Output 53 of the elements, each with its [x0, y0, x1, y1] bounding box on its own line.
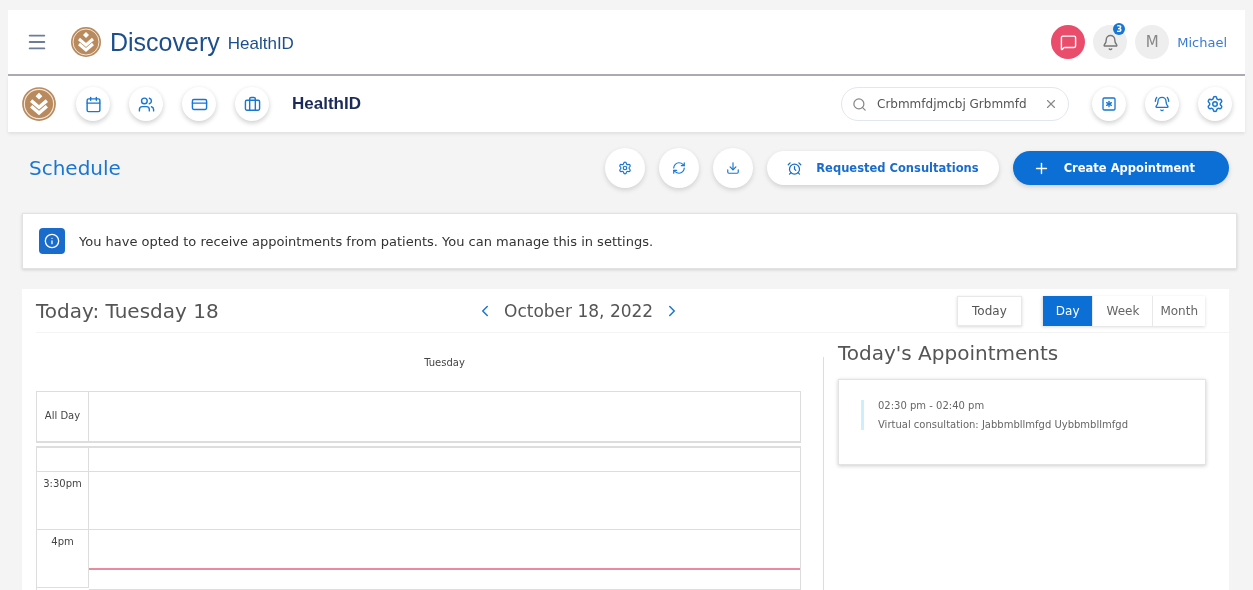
search-icon: [852, 96, 867, 112]
card-button[interactable]: [182, 87, 216, 121]
today-button[interactable]: Today: [957, 295, 1022, 326]
chat-icon: [1059, 33, 1077, 51]
time-label: 3:30pm: [37, 472, 89, 530]
all-day-label: All Day: [37, 392, 89, 442]
discovery-logo: [70, 26, 102, 58]
appointment-time: 02:30 pm - 02:40 pm: [878, 400, 986, 411]
alarm-clock-icon: [787, 160, 803, 176]
close-icon: [1044, 97, 1058, 111]
brand-name: Discovery: [110, 27, 220, 57]
download-button[interactable]: [713, 148, 754, 188]
refresh-button[interactable]: [659, 148, 700, 188]
product-name: HealthID: [227, 34, 294, 54]
requested-consultations-button[interactable]: Requested Consultations: [767, 151, 999, 185]
user-name[interactable]: Michael: [1177, 34, 1227, 50]
calendar-icon: [84, 95, 102, 113]
day-header: Tuesday: [424, 357, 465, 370]
create-appointment-button[interactable]: Create Appointment: [1012, 151, 1229, 185]
calendar-button[interactable]: [76, 87, 110, 121]
settings-icon: [1206, 95, 1224, 113]
notification-count: 3: [1113, 23, 1126, 35]
bell-icon: [1101, 33, 1119, 51]
notifications-button[interactable]: 3: [1093, 25, 1128, 59]
refresh-icon: [672, 161, 687, 175]
date-label: October 18, 2022: [504, 300, 654, 321]
settings-button[interactable]: [605, 148, 646, 188]
page-title: Schedule: [29, 156, 121, 180]
appointment-card[interactable]: 02:30 pm - 02:40 pm Virtual consultation: Jabbmbllmfgd Uybbmbllmfgd: [838, 379, 1206, 465]
discovery-logo: [21, 86, 57, 122]
appointments-title: Today's Appointments: [838, 341, 1060, 365]
appointment-description: Virtual consultation: Jabbmbllmfgd Uybbmbllmfgd: [878, 419, 1129, 430]
view-tab[interactable]: Day: [1041, 295, 1093, 326]
time-label: 4pm: [37, 530, 89, 588]
settings-square-button[interactable]: [1092, 87, 1126, 121]
view-tab[interactable]: Month: [1152, 295, 1205, 326]
search-input[interactable]: Crbmmfdjmcbj Grbmmfd: [875, 96, 1036, 112]
download-icon: [726, 161, 741, 175]
alerts-button[interactable]: [1145, 87, 1179, 121]
briefcase-button[interactable]: [235, 87, 269, 121]
info-icon: [39, 228, 65, 254]
today-heading: Today: Tuesday 18: [36, 298, 220, 323]
briefcase-icon: [243, 95, 261, 113]
chat-button[interactable]: [1051, 25, 1086, 59]
team-button[interactable]: [129, 87, 163, 121]
settings-icon: [618, 161, 633, 175]
banner-text: You have opted to receive appointments from patients. You can manage this in settings.: [79, 233, 654, 249]
view-tab[interactable]: Week: [1092, 295, 1153, 326]
gear-square-icon: [1101, 96, 1117, 112]
people-icon: [137, 95, 155, 113]
bell-icon: [1154, 96, 1170, 112]
settings-button[interactable]: [1198, 87, 1232, 121]
section-title: HealthID: [292, 94, 361, 114]
